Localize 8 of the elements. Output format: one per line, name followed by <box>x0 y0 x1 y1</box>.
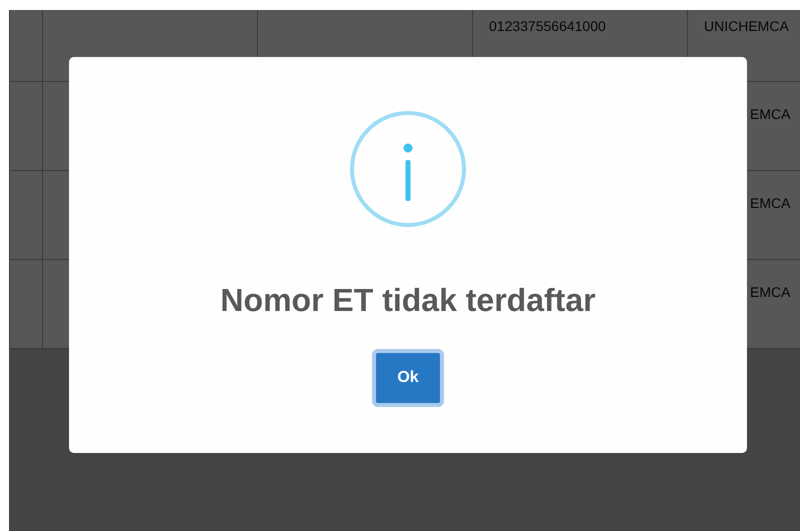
ok-button[interactable]: Ok <box>372 349 444 407</box>
table-cell: EMCA <box>750 284 790 300</box>
dialog-title: Nomor ET tidak terdaftar <box>220 282 596 319</box>
table-cell: UNICHEMCA <box>704 18 789 34</box>
table-cell: 012337556641000 <box>489 18 606 34</box>
table-cell: EMCA <box>750 106 790 122</box>
info-icon <box>349 110 467 228</box>
table-cell: EMCA <box>750 195 790 211</box>
